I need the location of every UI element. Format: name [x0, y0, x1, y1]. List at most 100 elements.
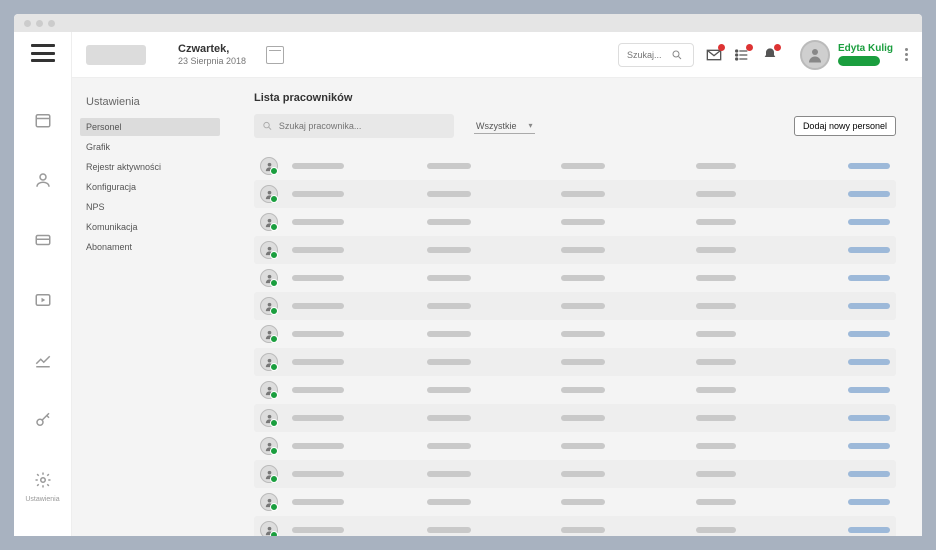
sidebar-item[interactable]: Grafik — [80, 138, 220, 156]
topbar: Czwartek, 23 Sierpnia 2018 Ed — [72, 32, 922, 78]
filter-input[interactable] — [279, 121, 446, 131]
cell-placeholder — [292, 387, 344, 393]
action-placeholder[interactable] — [848, 275, 890, 281]
rail-card[interactable] — [31, 228, 55, 252]
row-avatar — [260, 437, 278, 455]
cell-placeholder — [696, 275, 736, 281]
row-avatar — [260, 325, 278, 343]
cell-placeholder — [561, 219, 605, 225]
search-icon — [671, 49, 683, 61]
cell-placeholder — [427, 331, 471, 337]
cell-placeholder — [561, 499, 605, 505]
cell-placeholder — [292, 471, 344, 477]
cell-placeholder — [561, 275, 605, 281]
cell-placeholder — [696, 387, 736, 393]
sidebar-item[interactable]: Personel — [80, 118, 220, 136]
table-row[interactable] — [254, 516, 896, 536]
table-row[interactable] — [254, 432, 896, 460]
notification-badge — [774, 44, 781, 51]
action-placeholder[interactable] — [848, 443, 890, 449]
rail-user[interactable] — [31, 168, 55, 192]
action-placeholder[interactable] — [848, 303, 890, 309]
action-placeholder[interactable] — [848, 387, 890, 393]
action-placeholder[interactable] — [848, 247, 890, 253]
avatar — [800, 40, 830, 70]
menu-toggle[interactable] — [31, 44, 55, 62]
action-placeholder[interactable] — [848, 331, 890, 337]
cell-placeholder — [696, 191, 736, 197]
notification-badge — [746, 44, 753, 51]
global-search[interactable] — [618, 43, 694, 67]
table-row[interactable] — [254, 180, 896, 208]
search-input[interactable] — [627, 50, 671, 60]
rail-play[interactable] — [31, 288, 55, 312]
cell-placeholder — [696, 219, 736, 225]
traffic-dot[interactable] — [36, 20, 43, 27]
rail-settings[interactable] — [31, 468, 55, 492]
table-row[interactable] — [254, 152, 896, 180]
add-personnel-button[interactable]: Dodaj nowy personel — [794, 116, 896, 136]
cell-placeholder — [561, 443, 605, 449]
cell-placeholder — [292, 443, 344, 449]
calendar-icon[interactable] — [266, 46, 284, 64]
filter-search[interactable] — [254, 114, 454, 138]
table-row[interactable] — [254, 348, 896, 376]
traffic-dot[interactable] — [48, 20, 55, 27]
messages-icon[interactable] — [706, 47, 722, 63]
cell-placeholder — [292, 275, 344, 281]
sidebar-item[interactable]: Abonament — [80, 238, 220, 256]
table-row[interactable] — [254, 488, 896, 516]
cell-placeholder — [292, 415, 344, 421]
user-menu[interactable]: Edyta Kulig — [800, 40, 908, 70]
cell-placeholder — [696, 303, 736, 309]
action-placeholder[interactable] — [848, 219, 890, 225]
table-row[interactable] — [254, 264, 896, 292]
action-placeholder[interactable] — [848, 359, 890, 365]
settings-sidebar: Ustawienia PersonelGrafikRejestr aktywno… — [72, 78, 228, 536]
tasks-icon[interactable] — [734, 47, 750, 63]
table-row[interactable] — [254, 404, 896, 432]
table-row[interactable] — [254, 292, 896, 320]
table-row[interactable] — [254, 460, 896, 488]
action-placeholder[interactable] — [848, 191, 890, 197]
cell-placeholder — [561, 527, 605, 533]
cell-placeholder — [696, 443, 736, 449]
sidebar-item[interactable]: Komunikacja — [80, 218, 220, 236]
rail-chart[interactable] — [31, 348, 55, 372]
sidebar-item[interactable]: NPS — [80, 198, 220, 216]
row-avatar — [260, 493, 278, 511]
bell-icon[interactable] — [762, 47, 778, 63]
row-avatar — [260, 465, 278, 483]
table-row[interactable] — [254, 376, 896, 404]
action-placeholder[interactable] — [848, 471, 890, 477]
cell-placeholder — [427, 275, 471, 281]
action-placeholder[interactable] — [848, 527, 890, 533]
employee-list — [254, 152, 896, 536]
cell-placeholder — [561, 387, 605, 393]
sidebar-item[interactable]: Konfiguracja — [80, 178, 220, 196]
user-name: Edyta Kulig — [838, 43, 893, 54]
traffic-dot[interactable] — [24, 20, 31, 27]
date-display: Czwartek, 23 Sierpnia 2018 — [178, 43, 246, 66]
cell-placeholder — [696, 527, 736, 533]
cell-placeholder — [561, 303, 605, 309]
cell-placeholder — [561, 191, 605, 197]
table-row[interactable] — [254, 208, 896, 236]
table-row[interactable] — [254, 236, 896, 264]
window-titlebar — [14, 14, 922, 32]
rail-calendar[interactable] — [31, 108, 55, 132]
cell-placeholder — [427, 387, 471, 393]
cell-placeholder — [561, 359, 605, 365]
row-avatar — [260, 185, 278, 203]
action-placeholder[interactable] — [848, 499, 890, 505]
table-row[interactable] — [254, 320, 896, 348]
kebab-menu[interactable] — [905, 48, 908, 61]
action-placeholder[interactable] — [848, 415, 890, 421]
cell-placeholder — [427, 359, 471, 365]
cell-placeholder — [292, 247, 344, 253]
rail-key[interactable] — [31, 408, 55, 432]
sidebar-item[interactable]: Rejestr aktywności — [80, 158, 220, 176]
action-placeholder[interactable] — [848, 163, 890, 169]
filter-dropdown[interactable]: Wszystkie — [474, 119, 535, 134]
cell-placeholder — [427, 499, 471, 505]
